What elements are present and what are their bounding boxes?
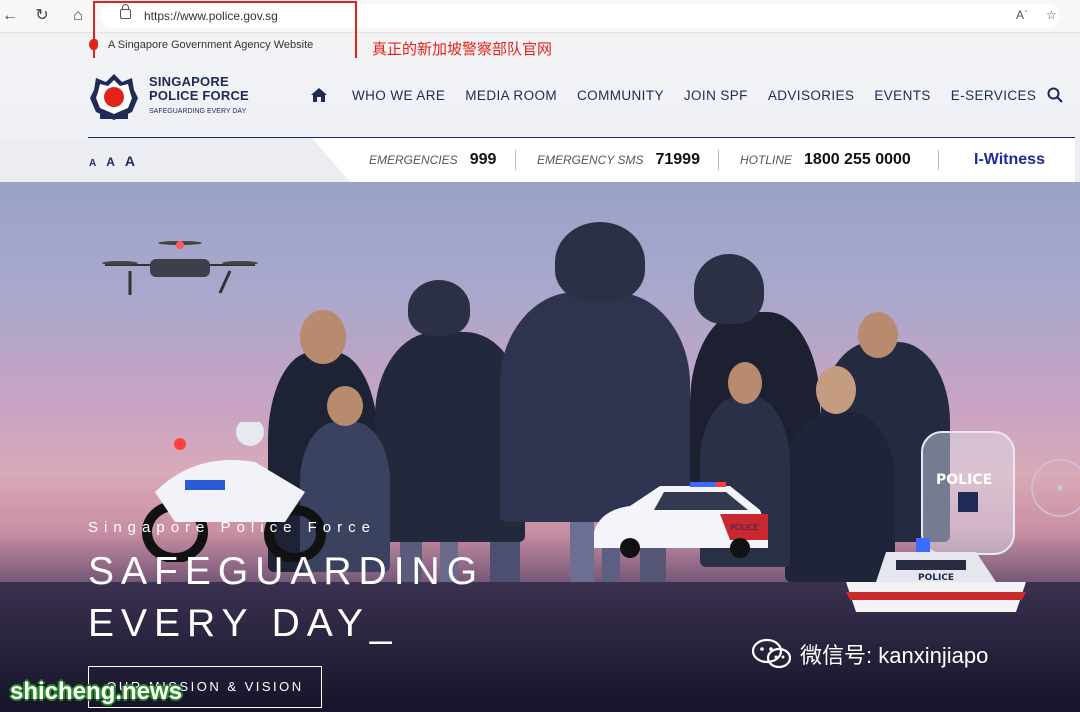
police-hotline[interactable]: HOTLINE 1800 255 0000 xyxy=(740,151,911,169)
emergency-sms[interactable]: EMERGENCY SMS 71999 xyxy=(537,151,700,169)
ferris-wheel-image xyxy=(1031,459,1080,517)
officer-head xyxy=(327,386,363,426)
hero-tagline: Singapore Police Force xyxy=(88,519,376,536)
nav-community[interactable]: COMMUNITY xyxy=(577,88,664,103)
officer-helmet xyxy=(555,222,645,302)
logo-tagline: SAFEGUARDING EVERY DAY xyxy=(149,108,247,115)
hotline-value: 1800 255 0000 xyxy=(804,151,911,168)
spf-crest-icon[interactable] xyxy=(88,72,140,122)
logo-line2: POLICE FORCE xyxy=(149,88,249,103)
emergencies-label: EMERGENCIES xyxy=(369,153,458,167)
emergency-hotline[interactable]: EMERGENCIES 999 xyxy=(369,151,496,169)
police-motorcycle-image xyxy=(142,422,326,562)
logo-text[interactable]: SINGAPORE POLICE FORCE xyxy=(149,75,249,103)
officer-helmet xyxy=(694,254,764,324)
wechat-watermark: 微信号: kanxinjiapo xyxy=(752,638,988,670)
car-police-label: POLICE xyxy=(730,523,759,532)
font-size-controls: AAA xyxy=(89,153,145,171)
hotline-label: HOTLINE xyxy=(740,153,793,167)
police-boat-image: POLICE xyxy=(846,538,1026,612)
home-nav-icon[interactable] xyxy=(310,87,328,103)
main-nav: WHO WE ARE MEDIA ROOM COMMUNITY JOIN SPF… xyxy=(310,87,1056,103)
police-car-image: POLICE xyxy=(594,482,768,558)
officer-helmet xyxy=(408,280,470,336)
officer-head xyxy=(300,310,346,364)
site-header: SINGAPORE POLICE FORCE SAFEGUARDING EVER… xyxy=(0,58,1080,138)
font-size-large[interactable]: A xyxy=(125,153,135,169)
nav-advisories[interactable]: ADVISORIES xyxy=(768,88,855,103)
officer-head xyxy=(816,366,856,414)
nav-join-spf[interactable]: JOIN SPF xyxy=(684,88,748,103)
officer-head xyxy=(728,362,762,404)
annotation-text: 真正的新加坡警察部队官网 xyxy=(372,41,553,58)
font-size-medium[interactable]: A xyxy=(106,155,115,169)
boat-police-label: POLICE xyxy=(918,573,954,583)
logo-line1: SINGAPORE xyxy=(149,74,229,89)
wechat-icon xyxy=(752,638,792,669)
nav-e-services[interactable]: E-SERVICES xyxy=(951,88,1037,103)
divider xyxy=(515,150,516,170)
hero-banner: POLICE POLICE POLICE Singapore Police Fo… xyxy=(0,182,1080,712)
reload-icon[interactable]: ↻ xyxy=(32,6,52,26)
nav-events[interactable]: EVENTS xyxy=(874,88,930,103)
drone-image xyxy=(102,241,258,295)
divider xyxy=(718,150,719,170)
back-arrow-icon[interactable]: ← xyxy=(0,6,20,26)
hero-title-line2: EVERY DAY_ xyxy=(88,602,399,645)
iwitness-link[interactable]: I-Witness xyxy=(974,151,1045,169)
site-watermark: shicheng.news xyxy=(10,678,183,705)
officer-head xyxy=(858,312,898,358)
search-icon[interactable] xyxy=(1047,87,1063,103)
favorites-icon[interactable]: ☆ xyxy=(1046,8,1057,22)
emergencies-value: 999 xyxy=(469,151,497,168)
sms-label: EMERGENCY SMS xyxy=(537,153,644,167)
shield-police-label: POLICE xyxy=(936,472,992,488)
divider xyxy=(938,150,939,170)
wechat-id-text: 微信号: kanxinjiapo xyxy=(800,643,989,668)
highlight-annotation-box xyxy=(93,1,357,62)
font-size-small[interactable]: A xyxy=(89,158,96,169)
hero-title-line1: SAFEGUARDING xyxy=(88,550,485,593)
nav-media-room[interactable]: MEDIA ROOM xyxy=(465,88,557,103)
home-icon[interactable]: ⌂ xyxy=(68,6,88,26)
read-aloud-icon[interactable]: Aˈ xyxy=(1016,8,1028,22)
nav-who-we-are[interactable]: WHO WE ARE xyxy=(352,88,445,103)
sms-value: 71999 xyxy=(655,151,700,168)
